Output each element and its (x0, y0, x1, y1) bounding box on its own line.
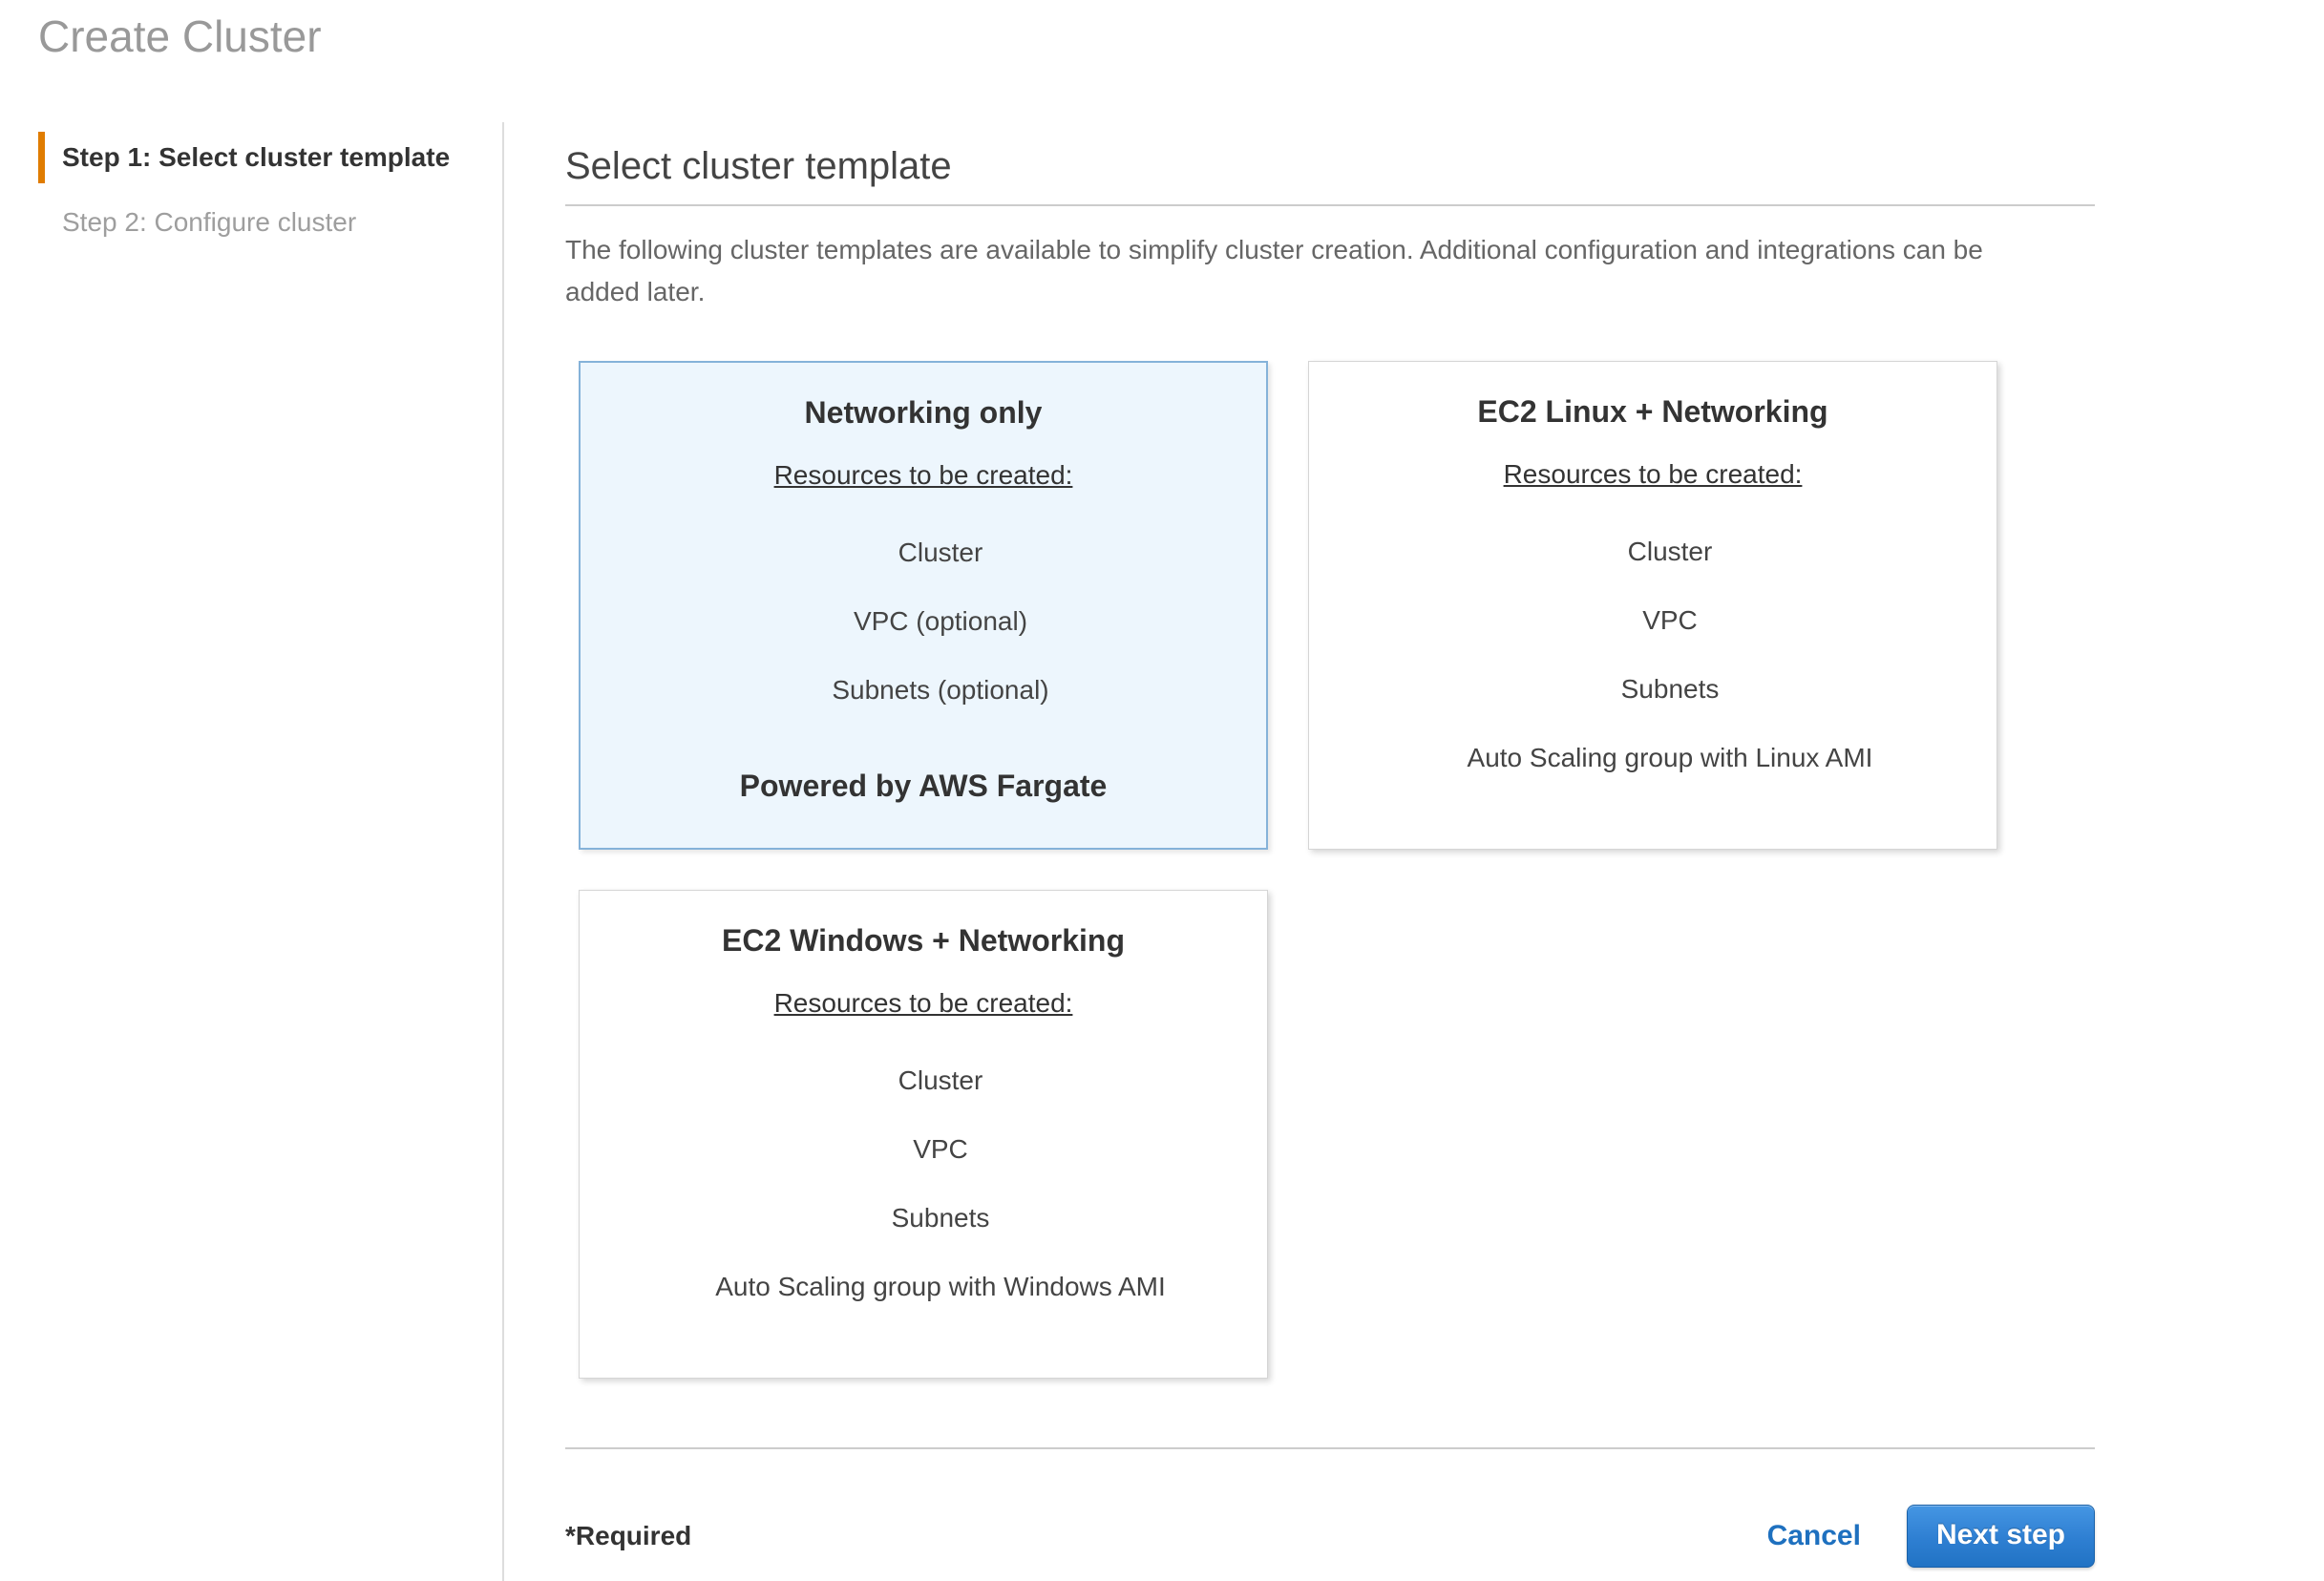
resource-item: Auto Scaling group with Linux AMI (1363, 742, 1977, 774)
resource-item: Cluster (634, 537, 1247, 569)
resource-item: Cluster (1363, 536, 1977, 568)
cancel-button[interactable]: Cancel (1767, 1520, 1861, 1552)
card-title: EC2 Linux + Networking (1328, 392, 1977, 431)
resource-item: Subnets (optional) (634, 674, 1247, 706)
step-2-configure-cluster[interactable]: Step 2: Configure cluster (38, 197, 502, 248)
cluster-template-cards: Networking only Resources to be created:… (579, 361, 2095, 1379)
resources-heading: Resources to be created: (1328, 457, 1977, 492)
page-title: Create Cluster (38, 10, 2324, 63)
next-step-button[interactable]: Next step (1907, 1505, 2095, 1568)
card-title: Networking only (600, 393, 1247, 432)
template-card-ec2-windows-networking[interactable]: EC2 Windows + Networking Resources to be… (579, 890, 1268, 1379)
footer-divider (565, 1447, 2095, 1449)
main-content: Select cluster template The following cl… (565, 122, 2095, 1581)
section-heading: Select cluster template (565, 143, 2095, 189)
wizard-body: Step 1: Select cluster template Step 2: … (0, 122, 2324, 1581)
resource-item: Subnets (1363, 673, 1977, 706)
required-note: *Required (565, 1521, 691, 1551)
resources-heading: Resources to be created: (600, 458, 1247, 493)
resource-item: Subnets (633, 1202, 1248, 1234)
card-title: EC2 Windows + Networking (599, 921, 1248, 959)
resources-list: Cluster VPC (optional) Subnets (optional) (600, 500, 1247, 706)
wizard-steps-sidebar: Step 1: Select cluster template Step 2: … (0, 122, 504, 1581)
resource-item: VPC (1363, 604, 1977, 637)
footer-actions-row: *Required Cancel Next step (565, 1505, 2095, 1568)
footer-actions: Cancel Next step (1767, 1505, 2095, 1568)
resources-list: Cluster VPC Subnets Auto Scaling group with… (1328, 499, 1977, 774)
heading-divider (565, 204, 2095, 206)
resource-item: Auto Scaling group with Windows AMI (633, 1271, 1248, 1303)
section-description: The following cluster templates are avai… (565, 229, 2055, 313)
page-header: Create Cluster (0, 0, 2324, 122)
resources-list: Cluster VPC Subnets Auto Scaling group with… (599, 1028, 1248, 1303)
template-card-ec2-linux-networking[interactable]: EC2 Linux + Networking Resources to be c… (1308, 361, 1997, 850)
resource-item: VPC (633, 1133, 1248, 1166)
resource-item: Cluster (633, 1065, 1248, 1097)
resources-heading: Resources to be created: (599, 986, 1248, 1021)
fargate-footnote: Powered by AWS Fargate (600, 729, 1247, 804)
resource-item: VPC (optional) (634, 605, 1247, 638)
template-card-networking-only[interactable]: Networking only Resources to be created:… (579, 361, 1268, 850)
step-1-select-cluster-template[interactable]: Step 1: Select cluster template (38, 132, 502, 183)
